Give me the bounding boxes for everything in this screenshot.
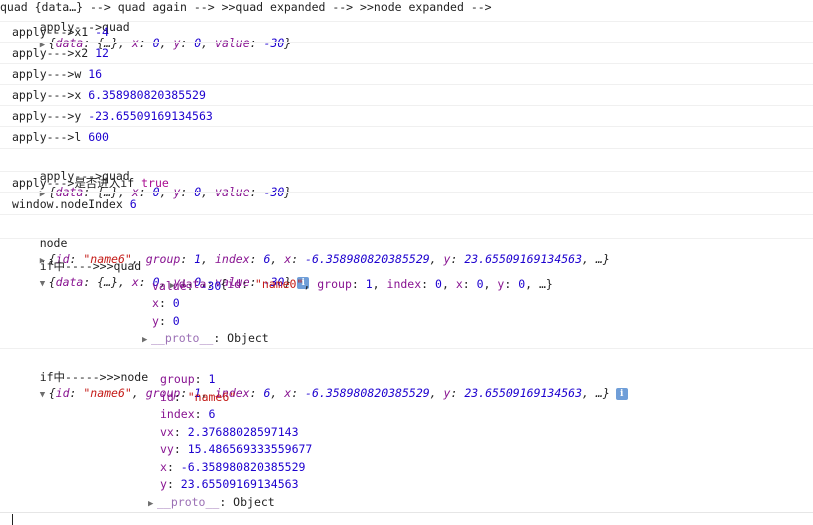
log-value: true [141,176,169,190]
tree-item-x: x: -6.358980820385529 [160,460,306,474]
expand-triangle-icon[interactable]: ▶ [142,332,151,348]
tree-item-x: x: 0 [152,296,180,310]
console-row-if: apply--->是否进入if true [0,172,813,193]
tree-item-y: y: 0 [152,314,180,328]
node-object-preview[interactable]: ▼ {id: "name6", group: 1, index: 6, x: -6… [40,386,610,400]
console-row-node: node ▶ {id: "name6", group: 1, index: 6, … [0,215,813,266]
console-row-l: apply--->l 600 [0,127,813,149]
tree-item-group: group: 1 [160,372,216,386]
console-row-if-quad: if中---->>>quad ▼ {data: {…}, x: 0, y: 0, … [0,239,813,349]
console-row-quad-2: apply--->quad ▶ {data: {…}, x: 0, y: 0, v… [0,149,813,199]
tree-item-id: id: "name6" [160,390,237,404]
log-value: 6.358980820385529 [88,88,206,102]
tree-item-y: y: 23.65509169134563 [160,477,299,491]
console-input-caret[interactable] [12,514,13,525]
tree-item-index: index: 6 [160,407,216,421]
tree-item-proto[interactable]: ▶ __proto__: Object [142,330,269,348]
log-value: -4 [95,25,109,39]
collapse-triangle-icon[interactable]: ▼ [40,387,49,403]
collapse-triangle-icon[interactable]: ▼ [40,276,49,292]
log-value: -23.65509169134563 [88,109,213,123]
info-icon[interactable]: i [615,388,628,400]
log-value: 12 [95,46,109,60]
log-value: 600 [88,130,109,144]
log-value: 6 [129,197,137,211]
console-row-w: apply--->w 16 [0,64,813,85]
log-value: 16 [88,67,103,81]
tree-item-proto[interactable]: ▶ __proto__: Object [148,494,275,512]
console-row-if-node: if中----->>>node ▼ {id: "name6", group: 1,… [0,349,813,513]
console-row-x: apply--->x 6.358980820385529 [0,85,813,106]
console-row-quad: apply--->quad ▶ {data: {…}, x: 0, y: 0, v… [0,0,813,50]
tree-item-vx: vx: 2.37688028597143 [160,425,299,439]
tree-item-vy: vy: 15.486569333559677 [160,442,313,456]
console-row-x1: apply--->x1 -4 [0,22,813,43]
expand-triangle-icon[interactable]: ▶ [148,496,157,512]
console-row-nodeindex: window.nodeIndex 6 [0,193,813,215]
tree-item-value: value: -30 [152,279,222,293]
console-row-y: apply--->y -23.65509169134563 [0,106,813,127]
console-row-x2: apply--->x2 12 [0,43,813,64]
